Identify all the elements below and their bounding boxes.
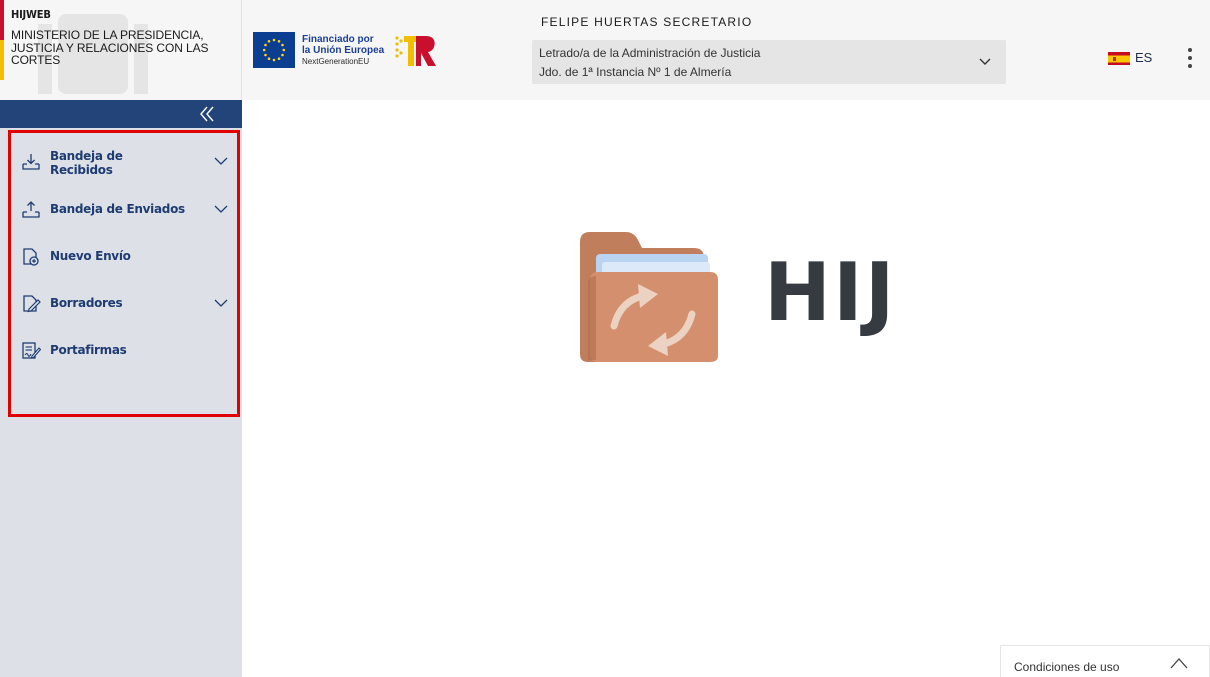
language-selector[interactable]: ES	[1108, 50, 1152, 65]
inbox-download-icon	[22, 154, 40, 170]
sidebar: Bandeja de Recibidos Bandeja de Enviados	[0, 100, 242, 677]
signature-document-icon	[22, 342, 41, 359]
draft-edit-icon	[23, 295, 41, 313]
sidebar-item-label: Bandeja de Enviados	[50, 202, 185, 216]
sidebar-item-drafts[interactable]: Borradores	[17, 285, 235, 321]
language-label: ES	[1135, 50, 1153, 65]
folder-exchange-icon	[580, 232, 718, 362]
terms-of-use-bar[interactable]: Condiciones de uso	[1000, 645, 1210, 677]
eu-funding-line2: la Unión Europea	[302, 44, 385, 56]
recovery-plan-logo-icon	[394, 30, 438, 70]
eu-funding-line1: Financiado por	[302, 33, 374, 45]
sidebar-item-received[interactable]: Bandeja de Recibidos	[17, 143, 235, 179]
chevron-down-icon	[979, 58, 991, 65]
terms-of-use-label: Condiciones de uso	[1014, 660, 1120, 674]
sidebar-item-signature-portal[interactable]: Portafirmas	[17, 332, 235, 368]
app-name: HIJWEB	[11, 8, 51, 21]
more-options-icon[interactable]	[1180, 44, 1200, 72]
brand-accent-red	[0, 0, 4, 40]
sidebar-nav: Bandeja de Recibidos Bandeja de Enviados	[8, 130, 240, 417]
eu-funding-line3: NextGenerationEU	[302, 56, 370, 66]
double-chevron-left-icon[interactable]	[196, 103, 218, 125]
outbox-upload-icon	[22, 201, 40, 218]
new-document-icon	[23, 248, 39, 266]
role-select-role: Letrado/a de la Administración de Justic…	[539, 46, 761, 60]
brand-accent-yellow	[0, 40, 4, 80]
top-header: HIJWEB MINISTERIO DE LA PRESIDENCIA, JUS…	[0, 0, 1210, 100]
sidebar-item-label: Nuevo Envío	[50, 249, 131, 263]
sidebar-item-new-send[interactable]: Nuevo Envío	[17, 238, 235, 274]
sidebar-item-label: Borradores	[50, 296, 123, 310]
eu-funding-logo: Financiado por la Unión Europea NextGene…	[253, 26, 438, 74]
app-logo-title: HIJ	[764, 246, 897, 339]
sidebar-item-label: Bandeja de Recibidos	[50, 149, 123, 177]
sidebar-item-sent[interactable]: Bandeja de Enviados	[17, 191, 235, 227]
eu-flag-icon	[253, 32, 295, 68]
role-court-select[interactable]: Letrado/a de la Administración de Justic…	[532, 40, 1006, 84]
sidebar-item-label: Portafirmas	[50, 343, 127, 357]
brand-block[interactable]: HIJWEB MINISTERIO DE LA PRESIDENCIA, JUS…	[0, 0, 242, 100]
role-select-court: Jdo. de 1ª Instancia Nº 1 de Almería	[539, 65, 732, 79]
chevron-down-icon	[214, 205, 228, 213]
chevron-down-icon	[214, 157, 228, 165]
user-name: FELIPE HUERTAS SECRETARIO	[541, 15, 753, 29]
chevron-down-icon	[214, 299, 228, 307]
spain-flag-icon	[1108, 51, 1130, 65]
chevron-up-icon	[1170, 658, 1188, 669]
main-content: HIJ	[242, 100, 1210, 677]
eu-funding-text: Financiado por la Unión Europea NextGene…	[302, 34, 384, 67]
ministry-name: MINISTERIO DE LA PRESIDENCIA, JUSTICIA Y…	[11, 28, 209, 67]
sidebar-collapse-bar	[0, 100, 242, 128]
